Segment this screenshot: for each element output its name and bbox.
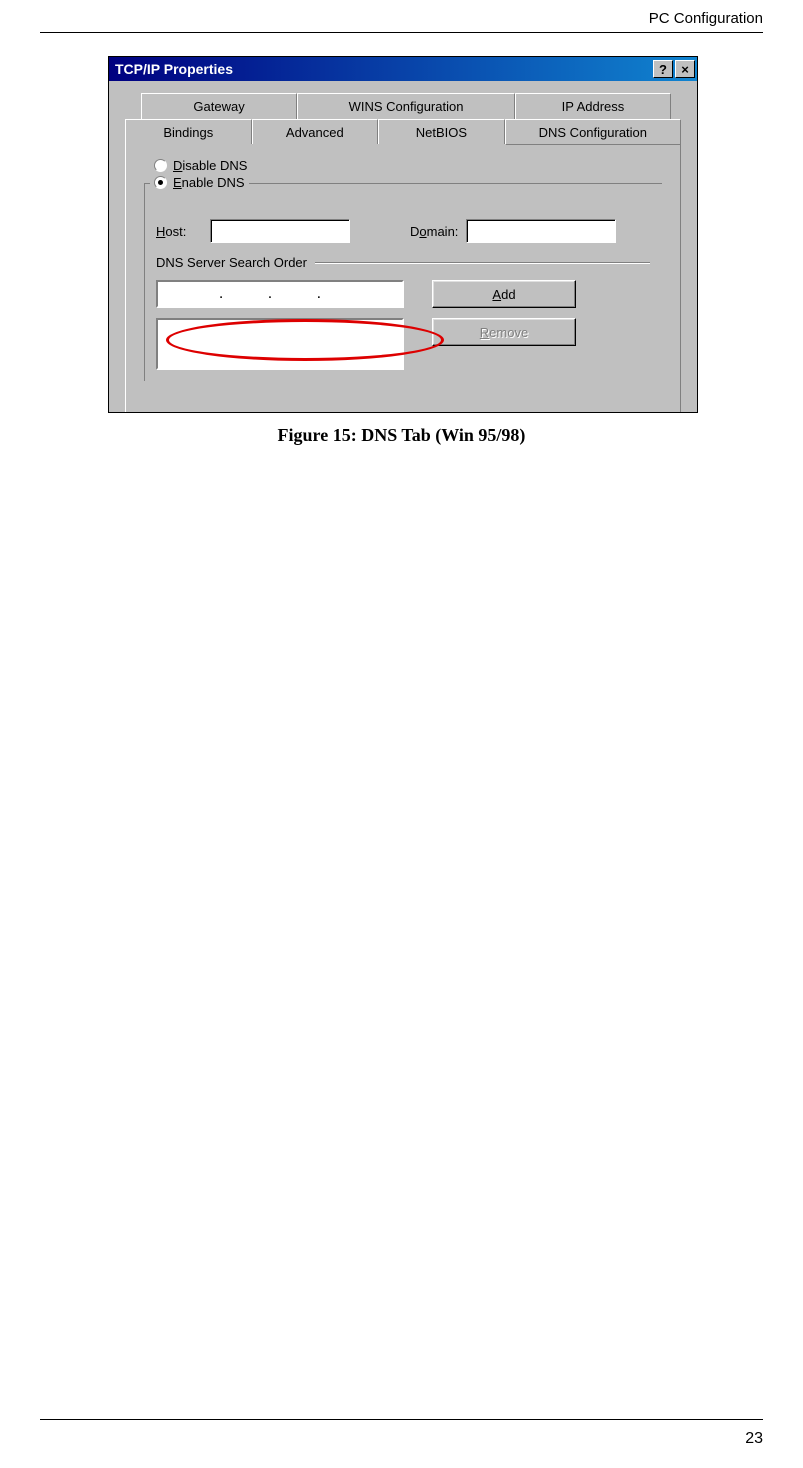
- rule-top: [40, 32, 763, 33]
- rule-bottom: [40, 1419, 763, 1420]
- close-button[interactable]: ×: [675, 60, 695, 78]
- radio-disable-label: Disable DNS: [173, 158, 247, 173]
- help-button[interactable]: ?: [653, 60, 673, 78]
- titlebar-text: TCP/IP Properties: [115, 61, 233, 77]
- figure-caption: Figure 15: DNS Tab (Win 95/98): [0, 425, 803, 446]
- radio-disable-dns[interactable]: Disable DNS: [154, 158, 662, 173]
- tab-body: Disable DNS Enable DNS Host: Domain:: [125, 144, 681, 413]
- tab-gateway[interactable]: Gateway: [141, 93, 297, 119]
- tab-dns-configuration[interactable]: DNS Configuration: [505, 119, 681, 145]
- page-header: PC Configuration: [649, 10, 763, 27]
- figure-wrapper: TCP/IP Properties ? × Gateway WINS Confi…: [108, 56, 698, 413]
- enable-dns-group: Enable DNS Host: Domain: DNS Server Sear…: [144, 175, 662, 381]
- tab-bindings[interactable]: Bindings: [125, 119, 252, 145]
- radio-off-icon: [154, 159, 167, 172]
- tab-netbios[interactable]: NetBIOS: [378, 119, 505, 145]
- radio-on-icon: [154, 176, 167, 189]
- page-number: 23: [745, 1430, 763, 1448]
- radio-enable-dns[interactable]: Enable DNS: [150, 175, 249, 190]
- tab-wins[interactable]: WINS Configuration: [297, 93, 515, 119]
- tab-advanced[interactable]: Advanced: [252, 119, 379, 145]
- radio-enable-label: Enable DNS: [173, 175, 245, 190]
- tab-row-front: Bindings Advanced NetBIOS DNS Configurat…: [125, 119, 681, 145]
- titlebar: TCP/IP Properties ? ×: [109, 57, 697, 81]
- tab-ipaddress[interactable]: IP Address: [515, 93, 671, 119]
- tab-row-back: Gateway WINS Configuration IP Address: [141, 93, 671, 119]
- tcpip-dialog: TCP/IP Properties ? × Gateway WINS Confi…: [108, 56, 698, 413]
